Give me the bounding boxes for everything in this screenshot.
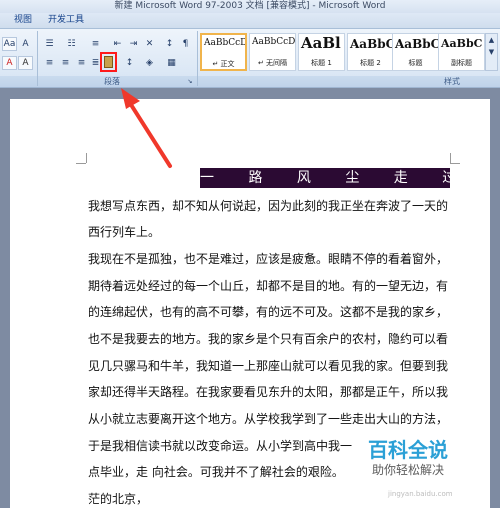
watermark-brand: 百科全说 <box>368 438 448 462</box>
watermark-slogan: 助你轻松解决 <box>372 463 445 477</box>
watermark-url: jingyan.baidu.com <box>388 490 453 498</box>
annotation-arrow <box>121 88 172 168</box>
